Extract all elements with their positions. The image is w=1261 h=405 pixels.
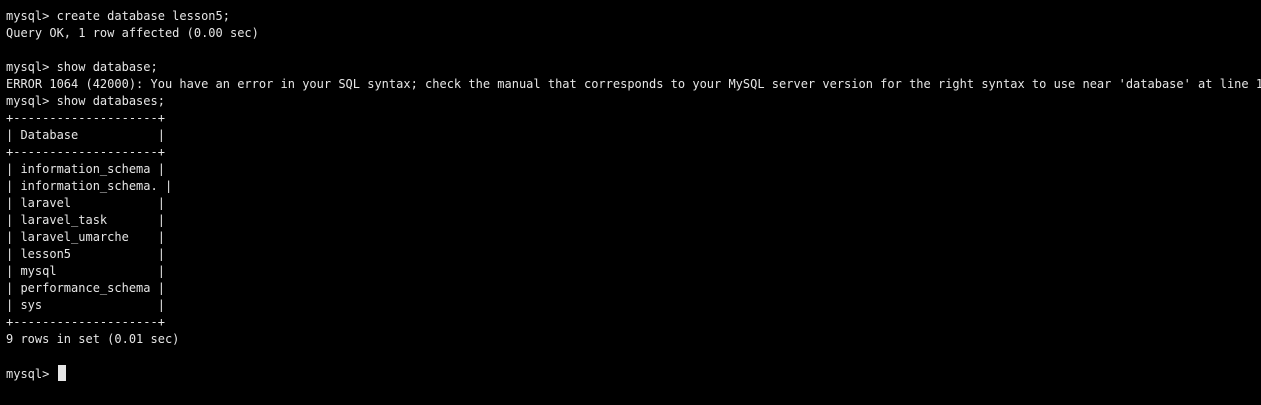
table-row: | information_schema | <box>6 162 165 176</box>
table-row: | laravel_umarche | <box>6 230 165 244</box>
table-header: | Database | <box>6 128 165 142</box>
table-border: +--------------------+ <box>6 145 165 159</box>
table-border: +--------------------+ <box>6 111 165 125</box>
command-line: mysql> show database; <box>6 60 158 74</box>
output-line: Query OK, 1 row affected (0.00 sec) <box>6 26 259 40</box>
result-summary: 9 rows in set (0.01 sec) <box>6 332 180 346</box>
table-row: | laravel | <box>6 196 165 210</box>
command-line: mysql> show databases; <box>6 94 165 108</box>
active-prompt-line[interactable]: mysql> <box>6 365 1261 382</box>
table-row: | sys | <box>6 298 165 312</box>
table-border: +--------------------+ <box>6 315 165 329</box>
table-row: | lesson5 | <box>6 247 165 261</box>
terminal-window[interactable]: mysql> create database lesson5; Query OK… <box>0 0 1261 405</box>
error-line: ERROR 1064 (42000): You have an error in… <box>6 77 1261 91</box>
table-row: | information_schema. | <box>6 179 173 193</box>
table-row: | performance_schema | <box>6 281 165 295</box>
table-row: | laravel_task | <box>6 213 165 227</box>
prompt: mysql> <box>6 367 57 381</box>
table-row: | mysql | <box>6 264 165 278</box>
command-line: mysql> create database lesson5; <box>6 9 230 23</box>
text-cursor[interactable] <box>57 365 66 381</box>
